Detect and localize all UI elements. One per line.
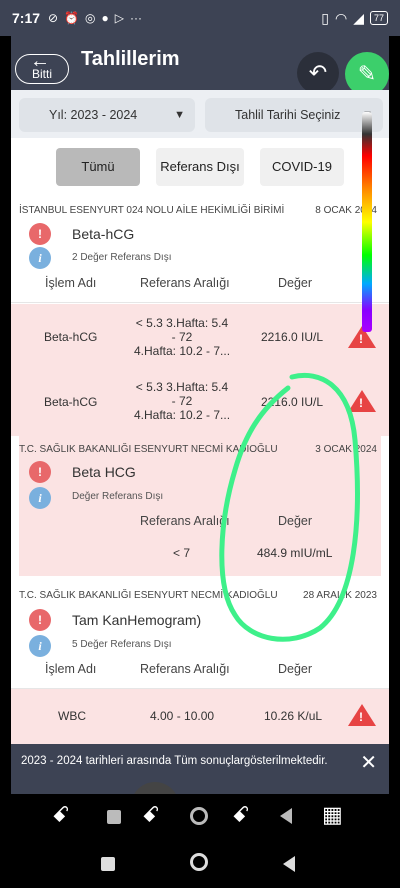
info-icon: i: [29, 247, 51, 269]
out-of-range-summary: Değer Referans Dışı: [72, 491, 164, 502]
close-icon[interactable]: ✕: [360, 753, 377, 773]
wifi-icon: ◠: [334, 9, 348, 26]
undo-button[interactable]: ↶: [297, 52, 339, 94]
toast-message: 2023 - 2024 tarihleri arasında Tüm sonuç…: [21, 755, 328, 767]
undo-icon: ↶: [308, 60, 328, 85]
row-reference-range: < 7: [173, 546, 191, 560]
home-icon[interactable]: [190, 853, 208, 871]
filter-chips: Tümü Referans Dışı COVID-19: [11, 148, 389, 188]
row-reference-range: 4.00 - 10.00: [150, 709, 215, 723]
app-bar: ← Bitti Tahlillerim ↶ ✎: [11, 36, 389, 96]
column-header-range: Referans Aralığı: [140, 514, 230, 528]
chevron-down-icon: ▼: [174, 109, 185, 121]
overlay-home-icon[interactable]: [190, 807, 208, 825]
alarm-icon: ⏰: [64, 11, 80, 25]
info-icon: i: [29, 635, 51, 657]
pen-stroke-tool-icon[interactable]: ꗃ: [52, 802, 70, 828]
lab-date: 28 ARALIK 2023: [303, 590, 377, 601]
lab-date: 3 OCAK 2024: [315, 444, 377, 455]
status-time: 7:17: [12, 10, 41, 26]
institution-name: İSTANBUL ESENYURT 024 NOLU AİLE HEKİMLİĞ…: [19, 205, 285, 216]
phone-screen: 7:17 ⊘ ⏰ ◎ ● ▷ ··· ▯ ◠ ◢ 77 ← Bitti Tahl…: [0, 0, 400, 888]
battery-icon: 77: [369, 11, 388, 25]
recents-icon[interactable]: [101, 857, 115, 871]
test-name[interactable]: Tam KanHemogram): [72, 612, 201, 628]
alert-icon: !: [29, 461, 51, 483]
back-button[interactable]: ← Bitti: [15, 50, 69, 84]
row-reference-range: < 5.3 3.Hafta: 5.4 - 72 4.Hafta: 10.2 - …: [133, 316, 231, 358]
mosaic-tool-icon[interactable]: ▦: [322, 802, 343, 828]
row-reference-range: < 5.3 3.Hafta: 5.4 - 72 4.Hafta: 10.2 - …: [133, 380, 231, 422]
warning-triangle-icon: [348, 390, 376, 412]
column-header-name: İşlem Adı: [45, 662, 97, 676]
column-header-range: Referans Aralığı: [140, 662, 230, 676]
column-header-value: Değer: [278, 276, 313, 290]
test-date-select[interactable]: Tahlil Tarihi Seçiniz ▼: [205, 98, 383, 132]
year-select[interactable]: Yıl: 2023 - 2024 ▼: [19, 98, 195, 132]
column-header-name: İşlem Adı: [45, 276, 97, 290]
mute-icon: ⊘: [48, 11, 59, 25]
alert-icon: !: [29, 223, 51, 245]
message-icon: ●: [101, 11, 109, 25]
overlay-recents-icon[interactable]: [107, 810, 121, 824]
pencil-icon: ✎: [357, 61, 377, 86]
signal-icon: ◢: [353, 9, 364, 26]
row-value: 2216.0 IU/L: [261, 395, 324, 409]
out-of-range-summary: 2 Değer Referans Dışı: [72, 252, 172, 263]
overlay-back-icon[interactable]: [280, 808, 292, 824]
row-test-name: Beta-hCG: [44, 395, 98, 409]
info-toast: 2023 - 2024 tarihleri arasında Tüm sonuç…: [11, 744, 389, 794]
alert-icon: !: [29, 609, 51, 631]
lab-results-list[interactable]: Yıl: 2023 - 2024 ▼ Tahlil Tarihi Seçiniz…: [11, 90, 389, 744]
vibrate-icon: ▯: [321, 9, 329, 26]
chip-all[interactable]: Tümü: [56, 148, 140, 186]
back-arrow-icon: ←: [30, 50, 50, 72]
row-value: 2216.0 IU/L: [261, 330, 324, 344]
row-value: 484.9 mIU/mL: [257, 546, 333, 560]
column-header-range: Referans Aralığı: [140, 276, 230, 290]
column-header-value: Değer: [278, 514, 313, 528]
institution-name: T.C. SAĞLIK BAKANLIĞI ESENYURT NECMİ KAD…: [19, 444, 278, 455]
page-title: Tahlillerim: [81, 48, 180, 70]
test-name[interactable]: Beta-hCG: [72, 226, 134, 242]
chip-covid-19[interactable]: COVID-19: [260, 148, 344, 186]
column-header-value: Değer: [278, 662, 313, 676]
back-icon[interactable]: [283, 856, 295, 872]
play-icon: ▷: [114, 11, 125, 25]
test-name[interactable]: Beta HCG: [72, 464, 136, 480]
more-notifications-icon: ···: [130, 11, 143, 25]
drawing-toolbar: ꗃ ꗃ ꗃ ▦: [0, 794, 400, 840]
color-picker-slider[interactable]: [362, 112, 372, 332]
chip-out-of-range[interactable]: Referans Dışı: [156, 148, 244, 186]
institution-name: T.C. SAĞLIK BAKANLIĞI ESENYURT NECMİ KAD…: [19, 590, 278, 601]
row-test-name: Beta-hCG: [44, 330, 98, 344]
system-nav-bar: [0, 840, 400, 888]
row-test-name: WBC: [58, 709, 86, 723]
out-of-range-summary: 5 Değer Referans Dışı: [72, 639, 172, 650]
row-value: 10.26 K/uL: [264, 709, 323, 723]
highlighter-tool-icon[interactable]: ꗃ: [232, 802, 250, 828]
marker-stroke-tool-icon[interactable]: ꗃ: [142, 802, 160, 828]
info-icon: i: [29, 487, 51, 509]
filter-bar: Yıl: 2023 - 2024 ▼ Tahlil Tarihi Seçiniz…: [11, 90, 389, 138]
status-bar: 7:17 ⊘ ⏰ ◎ ● ▷ ··· ▯ ◠ ◢ 77: [0, 0, 400, 36]
whatsapp-icon: ◎: [85, 11, 96, 25]
warning-triangle-icon: [348, 704, 376, 726]
